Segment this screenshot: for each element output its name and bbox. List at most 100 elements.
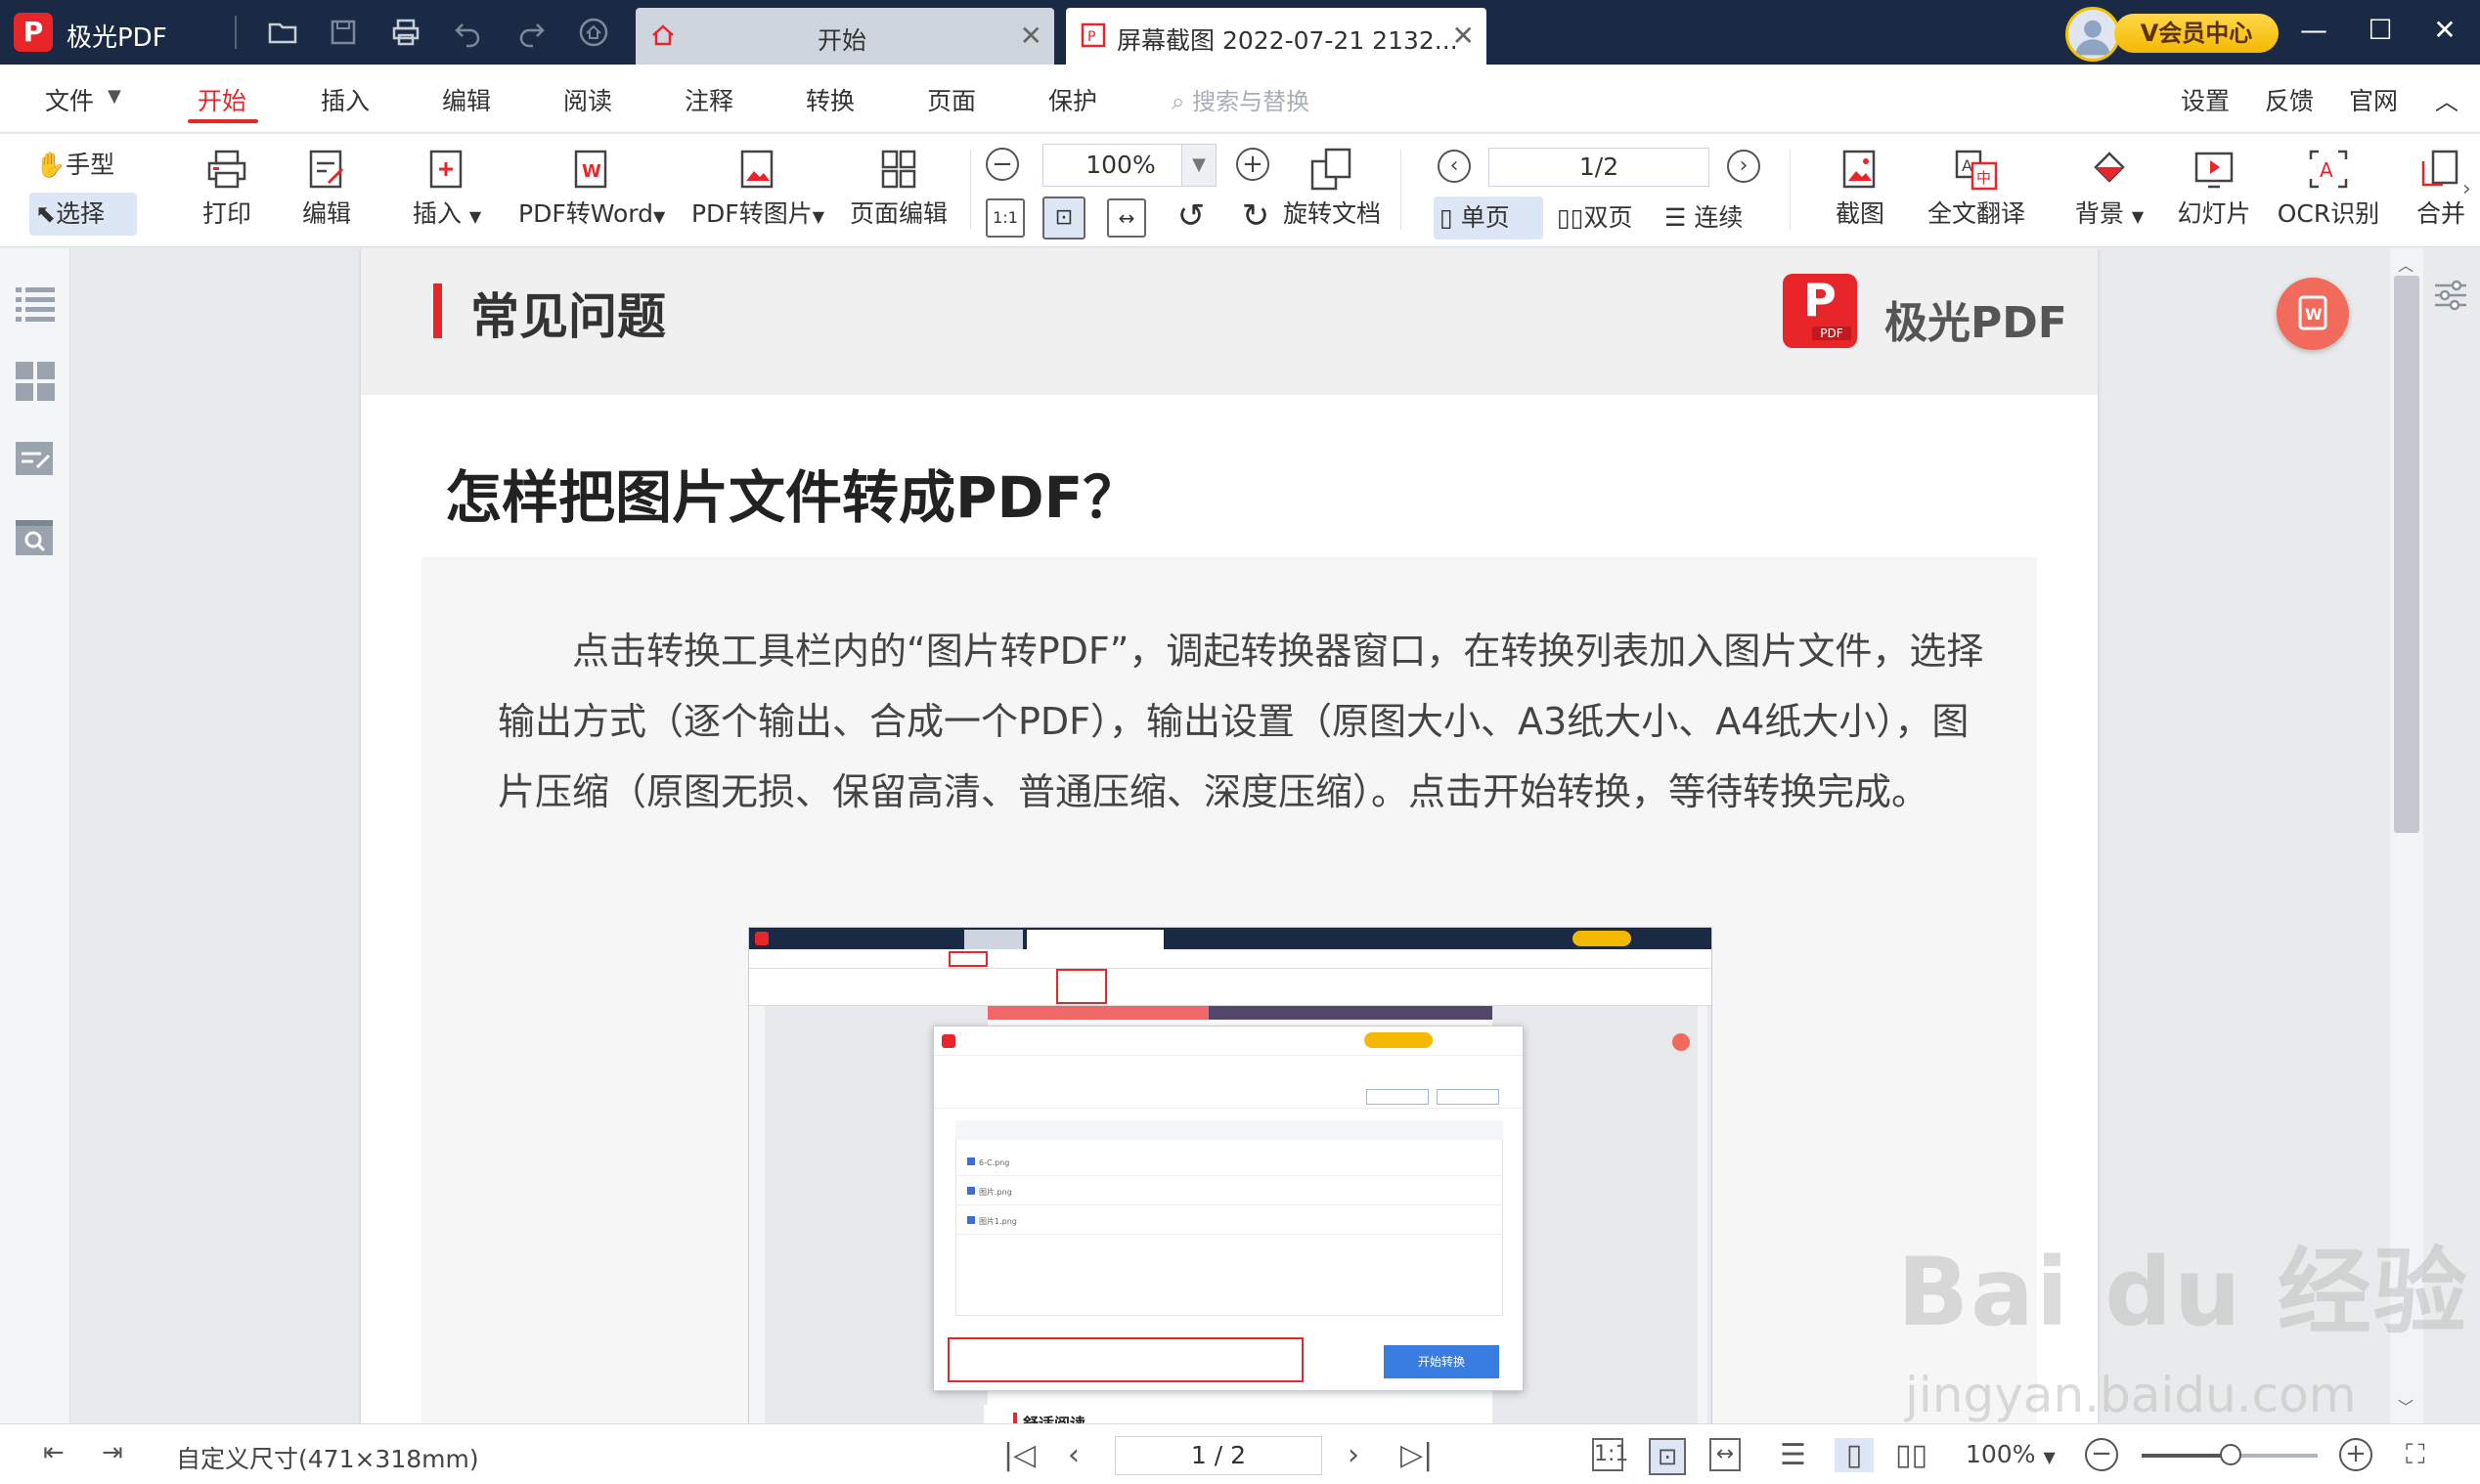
chevron-down-icon[interactable]: ▼: [108, 86, 121, 107]
double-page-view-icon[interactable]: ▯▯: [1895, 1438, 1927, 1472]
tab-home[interactable]: 开始 ✕: [636, 8, 1054, 65]
full-translate-button[interactable]: A中 全文翻译: [1923, 146, 2030, 230]
single-page-button[interactable]: ▯ 单页: [1434, 196, 1543, 240]
actual-size-icon[interactable]: 1:1: [986, 198, 1025, 238]
page-edit-button[interactable]: 页面编辑: [845, 146, 952, 230]
slideshow-button[interactable]: 幻灯片: [2175, 146, 2253, 230]
collapse-ribbon-icon[interactable]: ︿: [2435, 82, 2458, 116]
menu-file[interactable]: 文件: [45, 82, 94, 117]
undo-icon[interactable]: [450, 14, 487, 51]
search-input[interactable]: ⌕ 搜索与替换: [1172, 82, 1309, 116]
prev-page-icon[interactable]: ‹: [1068, 1438, 1080, 1472]
next-page-icon[interactable]: ›: [1727, 150, 1760, 183]
search-panel-icon[interactable]: [14, 516, 57, 559]
scroll-down-icon[interactable]: ﹀: [2398, 1394, 2414, 1418]
chevron-right-icon[interactable]: ›: [2462, 177, 2471, 201]
brand-logo-sub: PDF: [1812, 327, 1851, 340]
menu-edit[interactable]: 编辑: [442, 82, 491, 117]
screenshot-button[interactable]: 截图: [1821, 146, 1899, 230]
print-icon[interactable]: [387, 14, 424, 51]
zoom-out-icon[interactable]: −: [2085, 1438, 2118, 1471]
rotate-right-icon[interactable]: ↻: [1234, 195, 1277, 238]
close-window-button[interactable]: ✕: [2425, 14, 2464, 46]
fit-page-icon[interactable]: ⊡: [1042, 196, 1085, 240]
background-button[interactable]: 背景 ▼: [2059, 146, 2159, 230]
open-folder-icon[interactable]: [264, 14, 301, 51]
fit-width-icon[interactable]: ↔: [1709, 1438, 1741, 1471]
zoom-in-icon[interactable]: +: [2339, 1438, 2372, 1471]
answer-text: 点击转换工具栏内的“图片转PDF”，调起转换器窗口，在转换列表加入图片文件，选择…: [498, 630, 1984, 813]
insert-button[interactable]: 插入 ▼: [393, 146, 501, 230]
continuous-view-icon[interactable]: ☰: [1780, 1438, 1806, 1472]
tab-document[interactable]: P 屏幕截图 2022-07-21 2132... ✕: [1066, 8, 1486, 65]
thumbnails-icon[interactable]: [14, 360, 57, 403]
divider: [1790, 150, 1791, 230]
properties-icon[interactable]: [2431, 276, 2470, 315]
rotate-document-button[interactable]: 旋转文档: [1281, 146, 1383, 230]
website-link[interactable]: 官网: [2349, 82, 2398, 117]
floating-convert-button[interactable]: W: [2277, 278, 2349, 350]
zoom-slider-fill: [2142, 1454, 2228, 1458]
menu-protect[interactable]: 保护: [1048, 82, 1097, 117]
zoom-dropdown-icon[interactable]: ▼: [1181, 144, 1217, 187]
zoom-out-icon[interactable]: −: [986, 148, 1019, 181]
scroll-up-icon[interactable]: ︿: [2398, 252, 2414, 276]
next-page-icon[interactable]: ›: [1348, 1438, 1359, 1472]
zoom-input[interactable]: 100%: [1042, 144, 1199, 187]
prev-view-icon[interactable]: ⇤: [43, 1438, 65, 1467]
hand-tool-button[interactable]: ✋手型: [29, 144, 137, 187]
minimize-button[interactable]: —: [2294, 14, 2333, 46]
vip-center-button[interactable]: V会员中心: [2114, 14, 2279, 53]
merge-icon: [2421, 150, 2458, 187]
menu-annotate[interactable]: 注释: [685, 82, 733, 117]
zoom-in-icon[interactable]: +: [1236, 148, 1269, 181]
settings-link[interactable]: 设置: [2181, 82, 2230, 117]
save-icon[interactable]: [325, 14, 362, 51]
close-icon[interactable]: ✕: [1452, 20, 1475, 52]
feedback-link[interactable]: 反馈: [2265, 82, 2314, 117]
edit-button[interactable]: 编辑: [291, 146, 362, 230]
last-page-icon[interactable]: ▷|: [1400, 1438, 1433, 1472]
menu-convert[interactable]: 转换: [806, 82, 855, 117]
tab-label: 屏幕截图 2022-07-21 2132...: [1117, 26, 1458, 55]
close-icon[interactable]: ✕: [1020, 20, 1042, 52]
outline-icon[interactable]: [14, 282, 57, 325]
annotations-icon[interactable]: [14, 438, 57, 481]
first-page-icon[interactable]: |◁: [1003, 1438, 1036, 1472]
double-page-label: 双页: [1583, 203, 1633, 232]
pdf-to-image-button[interactable]: PDF转图片▼: [688, 146, 827, 230]
ocr-button[interactable]: A OCR识别: [2275, 146, 2382, 230]
select-tool-button[interactable]: ⬉选择: [29, 193, 137, 236]
actual-size-icon[interactable]: 1:1: [1592, 1438, 1628, 1471]
svg-text:A: A: [1962, 156, 1972, 175]
page-number-input[interactable]: 1/2: [1488, 148, 1709, 187]
chevron-down-icon: ▼: [468, 207, 482, 226]
file-name: 图片.png: [979, 1188, 1012, 1197]
avatar[interactable]: [2065, 7, 2120, 62]
rotate-left-icon[interactable]: ↺: [1170, 195, 1213, 238]
zoom-slider-handle[interactable]: [2220, 1444, 2241, 1465]
fit-width-icon[interactable]: ↔: [1107, 198, 1146, 238]
fullscreen-icon[interactable]: ⛶: [2406, 1438, 2425, 1471]
prev-page-icon[interactable]: ‹: [1438, 150, 1471, 183]
double-page-button[interactable]: ▯▯双页: [1551, 196, 1649, 240]
continuous-button[interactable]: ☰ 连续: [1659, 196, 1756, 240]
menu-insert[interactable]: 插入: [321, 82, 370, 117]
file-row: 图片1.png: [967, 1216, 1017, 1227]
maximize-button[interactable]: ☐: [2361, 14, 2400, 46]
status-page-input[interactable]: 1 / 2: [1115, 1436, 1322, 1475]
next-view-icon[interactable]: ⇥: [102, 1438, 123, 1467]
print-button[interactable]: 打印: [192, 146, 262, 230]
menu-read[interactable]: 阅读: [563, 82, 612, 117]
zoom-level[interactable]: 100% ▼: [1966, 1440, 2056, 1468]
redo-icon[interactable]: [512, 14, 550, 51]
svg-text:W: W: [582, 161, 601, 182]
fit-page-icon[interactable]: ⊡: [1649, 1438, 1686, 1475]
single-page-view-icon[interactable]: ▯: [1835, 1438, 1874, 1472]
menu-start[interactable]: 开始: [198, 82, 246, 117]
scrollbar-thumb[interactable]: [2394, 276, 2419, 833]
pdf-to-word-button[interactable]: W PDF转Word▼: [518, 146, 665, 230]
insert-page-icon: [429, 150, 463, 189]
menu-page[interactable]: 页面: [927, 82, 976, 117]
home-icon[interactable]: [575, 14, 612, 51]
